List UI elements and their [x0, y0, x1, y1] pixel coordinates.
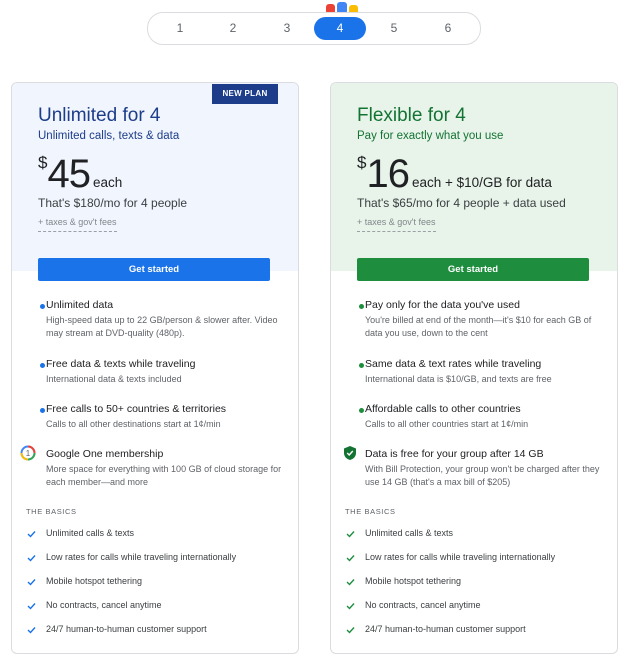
feature-description: With Bill Protection, your group won't b…	[365, 464, 600, 487]
plan-price: $45 each	[38, 151, 122, 197]
plan-subtitle: Unlimited calls, texts & data	[38, 130, 180, 142]
taxes-fees-link[interactable]: + taxes & gov't fees	[357, 217, 436, 232]
basics-item-label: No contracts, cancel anytime	[46, 600, 162, 610]
plan-subtitle: Pay for exactly what you use	[357, 130, 504, 142]
check-icon	[346, 531, 355, 538]
basics-heading: THE BASICS	[345, 507, 396, 516]
basics-item-label: Low rates for calls while traveling inte…	[46, 552, 237, 562]
feature-description: More space for everything with 100 GB of…	[46, 464, 282, 487]
price-amount: 16	[366, 152, 409, 196]
feature-description: Calls to all other countries start at 1¢…	[365, 419, 529, 429]
price-unit: each	[92, 175, 123, 190]
feature-description: You're billed at end of the month—it's $…	[365, 315, 592, 338]
check-icon	[346, 603, 355, 610]
group-size-option-6[interactable]: 6	[422, 17, 474, 40]
feature-title: Same data & text rates while traveling	[365, 358, 542, 370]
group-size-selector: 1 2 3 4 5 6	[147, 12, 481, 45]
check-icon	[346, 555, 355, 562]
plan-price: $16 each + $10/GB for data	[357, 151, 552, 197]
bullet-dot-icon	[359, 363, 364, 368]
price-amount: 45	[47, 152, 90, 196]
bullet-dot-icon	[40, 408, 45, 413]
taxes-fees-link[interactable]: + taxes & gov't fees	[38, 217, 117, 232]
group-size-option-5[interactable]: 5	[368, 17, 420, 40]
bullet-dot-icon	[40, 304, 45, 309]
feature-title: Free calls to 50+ countries & territorie…	[46, 403, 227, 415]
check-icon	[27, 603, 36, 610]
price-currency: $	[38, 153, 48, 172]
group-size-option-3[interactable]: 3	[261, 17, 313, 40]
basics-item-label: No contracts, cancel anytime	[365, 600, 481, 610]
group-size-option-4[interactable]: 4	[314, 17, 366, 40]
new-plan-badge: NEW PLAN	[212, 84, 278, 104]
price-currency: $	[357, 153, 367, 172]
feature-title: Unlimited data	[46, 299, 114, 311]
price-note: That's $65/mo for 4 people + data used	[357, 196, 566, 210]
check-icon	[27, 627, 36, 634]
check-icon	[27, 555, 36, 562]
feature-description: High-speed data up to 22 GB/person & slo…	[46, 315, 278, 338]
basics-item-label: Mobile hotspot tethering	[46, 576, 143, 586]
price-unit: each + $10/GB for data	[411, 175, 552, 190]
plan-title: Flexible for 4	[357, 105, 466, 126]
unlimited-plan-card: NEW PLAN Unlimited for 4 Unlimited calls…	[11, 82, 299, 654]
feature-description: International data & texts included	[46, 374, 182, 384]
group-size-option-2[interactable]: 2	[207, 17, 259, 40]
check-icon	[27, 579, 36, 586]
feature-description: International data is $10/GB, and texts …	[365, 374, 552, 384]
feature-title: Free data & texts while traveling	[46, 358, 196, 370]
check-icon	[27, 531, 36, 538]
get-started-button[interactable]: Get started	[38, 258, 270, 281]
check-icon	[346, 627, 355, 634]
basics-heading: THE BASICS	[26, 507, 77, 516]
shield-check-icon	[344, 446, 356, 460]
feature-title: Pay only for the data you've used	[365, 299, 520, 311]
basics-item-label: Unlimited calls & texts	[46, 528, 135, 538]
basics-item-label: 24/7 human-to-human customer support	[46, 624, 207, 634]
basics-item-label: Mobile hotspot tethering	[365, 576, 462, 586]
flexible-plan-card: Flexible for 4 Pay for exactly what you …	[330, 82, 618, 654]
group-size-option-1[interactable]: 1	[154, 17, 206, 40]
bullet-dot-icon	[359, 408, 364, 413]
svg-text:1: 1	[26, 449, 31, 458]
basics-item-label: Unlimited calls & texts	[365, 528, 454, 538]
plan-title: Unlimited for 4	[38, 105, 161, 126]
feature-title: Google One membership	[46, 448, 164, 460]
get-started-button[interactable]: Get started	[357, 258, 589, 281]
feature-description: Calls to all other destinations start at…	[46, 419, 221, 429]
basics-item-label: 24/7 human-to-human customer support	[365, 624, 526, 634]
basics-item-label: Low rates for calls while traveling inte…	[365, 552, 556, 562]
bullet-dot-icon	[40, 363, 45, 368]
check-icon	[346, 579, 355, 586]
price-note: That's $180/mo for 4 people	[38, 196, 188, 210]
feature-title: Data is free for your group after 14 GB	[365, 448, 544, 460]
google-one-icon: 1	[20, 445, 36, 461]
bullet-dot-icon	[359, 304, 364, 309]
feature-title: Affordable calls to other countries	[365, 403, 521, 415]
